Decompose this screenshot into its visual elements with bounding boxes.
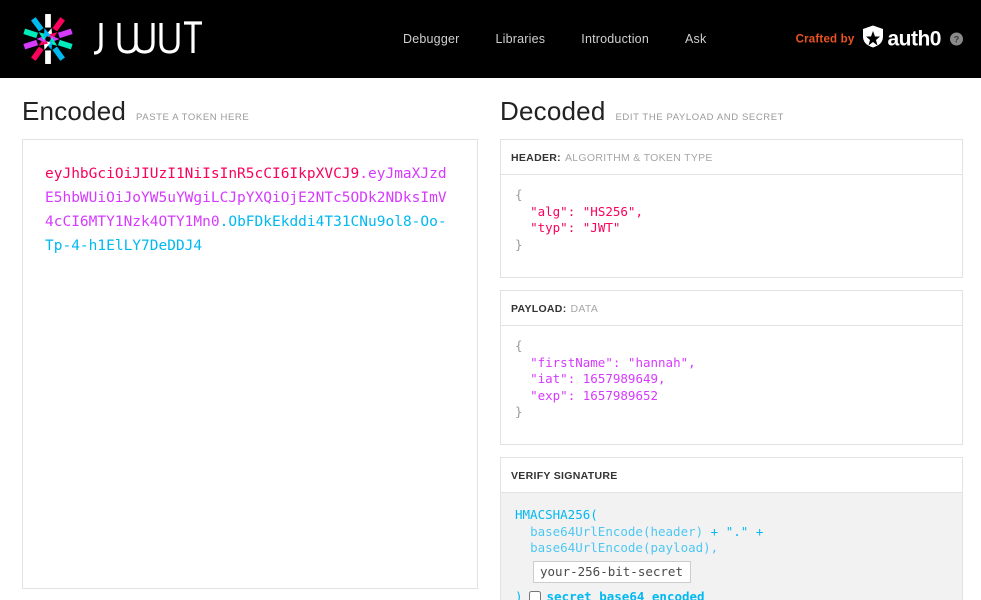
header-typ-key: "typ" [530,220,568,235]
payload-json-line-open: { [515,338,948,355]
signature-base64-header: base64UrlEncode(header) [530,523,704,539]
payload-json-line-exp: "exp": 1657989652 [515,388,948,405]
header-open-brace: { [515,187,523,202]
header-typ-separator: : [567,220,583,235]
main-navigation: Debugger Libraries Introduction Ask [403,32,706,46]
header-json-editor[interactable]: { "alg": "HS256", "typ": "JWT" } [500,174,963,278]
panel-gap-1 [500,278,963,290]
signature-line-payload: base64UrlEncode(payload), [515,540,948,557]
payload-exp-key: "exp" [530,387,568,403]
header-panel-label-text: HEADER: [511,152,561,164]
auth0-wordmark: auth0 [887,27,941,50]
crafted-by-label: Crafted by [795,33,855,45]
base64-checkbox-row: ) secret base64 encoded [515,589,948,600]
secret-input[interactable] [533,560,691,583]
decoded-hint: EDIT THE PAYLOAD AND SECRET [615,112,785,123]
header-alg-key: "alg" [530,203,568,219]
payload-open-brace: { [515,338,523,353]
payload-json-line-iat: "iat": 1657989649, [515,371,948,388]
signature-verify-area: HMACSHA256( base64UrlEncode(header) + ".… [500,492,963,600]
encoded-title: Encoded [22,96,127,126]
secret-base64-label: secret base64 encoded [546,588,705,600]
decoded-heading: Decoded EDIT THE PAYLOAD AND SECRET [500,78,963,139]
payload-iat-separator: : [567,371,583,386]
signature-base64-payload: base64UrlEncode(payload), [530,540,719,555]
brand-logo[interactable] [22,13,203,65]
panel-gap-2 [500,445,963,457]
auth0-link[interactable]: auth0 [862,25,941,54]
secret-base64-checkbox[interactable] [528,590,541,600]
encoded-column: Encoded PASTE A TOKEN HERE eyJhbGciOiJIU… [0,78,500,600]
signature-panel: VERIFY SIGNATURE HMACSHA256( base64UrlEn… [500,457,963,600]
main-content: Encoded PASTE A TOKEN HERE eyJhbGciOiJIU… [0,78,981,600]
signature-panel-label-text: VERIFY SIGNATURE [511,470,618,482]
secret-input-row [533,560,948,583]
payload-iat-key: "iat" [530,371,568,386]
payload-panel-sublabel-text: DATA [570,303,599,315]
header-alg-value: "HS256" [582,203,636,219]
nav-link-libraries[interactable]: Libraries [496,32,546,46]
signature-panel-label: VERIFY SIGNATURE [500,457,963,492]
header-panel-label: HEADER: ALGORITHM & TOKEN TYPE [500,139,963,174]
payload-firstname-value: "hannah" [627,354,689,370]
payload-json-line-firstname: "firstName": "hannah", [515,355,948,372]
header-json-line-open: { [515,187,948,204]
header-typ-value: "JWT" [582,220,621,235]
payload-panel-label: PAYLOAD: DATA [500,290,963,325]
header-close-brace: } [515,236,523,252]
payload-panel-label-text: PAYLOAD: [511,303,567,315]
token-separator-1: . [359,166,369,182]
decoded-title: Decoded [500,96,606,126]
payload-json-editor[interactable]: { "firstName": "hannah", "iat": 16579896… [500,325,963,445]
encoded-heading: Encoded PASTE A TOKEN HERE [22,78,478,139]
payload-firstname-comma: , [688,354,696,370]
signature-plus-1: + [703,523,726,539]
nav-link-ask[interactable]: Ask [685,32,706,46]
payload-iat-value: 1657989649 [582,371,659,386]
payload-firstname-key: "firstName" [530,354,613,370]
signature-line-header: base64UrlEncode(header) + "." + [515,524,948,541]
payload-json-line-close: } [515,404,948,421]
nav-link-debugger[interactable]: Debugger [403,32,460,46]
encoded-hint: PASTE A TOKEN HERE [136,112,250,123]
header-json-line-alg: "alg": "HS256", [515,204,948,221]
decoded-column: Decoded EDIT THE PAYLOAD AND SECRET HEAD… [500,78,981,600]
encoded-token-text: eyJhbGciOiJIUzI1NiIsInR5cCI6IkpXVCJ9.eyJ… [45,162,455,258]
signature-plus-2: + [748,523,764,539]
payload-exp-value: 1657989652 [582,387,659,403]
crafted-by-section: Crafted by auth0 ? [796,25,963,54]
signature-fn-open: HMACSHA256( [515,507,948,524]
encoded-token-input[interactable]: eyJhbGciOiJIUzI1NiIsInR5cCI6IkpXVCJ9.eyJ… [22,139,478,589]
top-navigation-bar: Debugger Libraries Introduction Ask Craf… [0,0,981,78]
payload-panel: PAYLOAD: DATA { "firstName": "hannah", "i… [500,290,963,445]
payload-firstname-separator: : [612,354,628,370]
header-panel-sublabel-text: ALGORITHM & TOKEN TYPE [564,152,713,164]
header-json-line-close: } [515,237,948,254]
signature-close-paren: ) [515,588,523,600]
header-panel: HEADER: ALGORITHM & TOKEN TYPE { "alg": "… [500,139,963,278]
payload-close-brace: } [515,404,523,419]
signature-hmac-label: HMACSHA256( [515,507,598,522]
auth0-shield-icon [862,25,884,54]
question-mark-icon[interactable]: ? [950,32,963,46]
nav-link-introduction[interactable]: Introduction [581,32,649,46]
payload-exp-separator: : [567,387,583,403]
signature-dot-string: "." [725,523,749,539]
header-json-line-typ: "typ": "JWT" [515,220,948,237]
brand-wordmark [91,19,203,59]
payload-iat-comma: , [658,371,666,386]
jwt-pinwheel-icon [22,13,74,65]
header-alg-separator: : [567,203,583,219]
token-header-segment: eyJhbGciOiJIUzI1NiIsInR5cCI6IkpXVCJ9 [45,166,360,182]
header-alg-comma: , [635,203,643,219]
